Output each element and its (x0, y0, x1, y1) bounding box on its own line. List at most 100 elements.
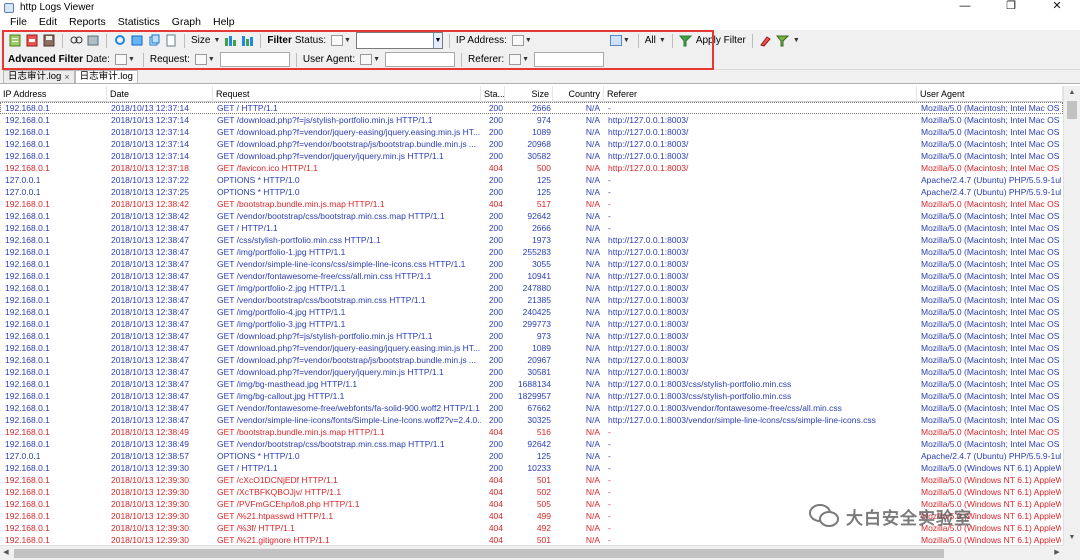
maximize-button[interactable]: ❐ (988, 0, 1034, 15)
column-header-status[interactable]: Sta... (481, 86, 505, 102)
table-row[interactable]: 127.0.0.1 2018/10/13 12:38:57 OPTIONS * HT… (0, 450, 1063, 462)
table-row[interactable]: 192.168.0.1 2018/10/13 12:38:49 GET /boots… (0, 426, 1063, 438)
table-row[interactable]: 192.168.0.1 2018/10/13 12:37:14 GET / HTTP… (0, 102, 1063, 114)
status-filter-combo[interactable]: ▼ (355, 32, 443, 49)
table-row[interactable]: 192.168.0.1 2018/10/13 12:39:30 GET /%3f/ … (0, 522, 1063, 534)
cell-ref: - (608, 475, 611, 485)
table-row[interactable]: 192.168.0.1 2018/10/13 12:39:30 GET /XcTBF… (0, 486, 1063, 498)
menu-edit[interactable]: Edit (33, 15, 63, 30)
menu-file[interactable]: File (4, 15, 33, 30)
apply-filter-button[interactable]: Apply Filter (696, 35, 746, 46)
table-row[interactable]: 192.168.0.1 2018/10/13 12:38:47 GET /img/p… (0, 246, 1063, 258)
properties-icon[interactable] (86, 34, 100, 48)
table-row[interactable]: 192.168.0.1 2018/10/13 12:39:30 GET /cXcO1… (0, 474, 1063, 486)
find-icon[interactable] (69, 34, 83, 48)
table-row[interactable]: 192.168.0.1 2018/10/13 12:38:47 GET /downl… (0, 354, 1063, 366)
export-pdf-icon[interactable] (25, 34, 39, 48)
table-row[interactable]: 192.168.0.1 2018/10/13 12:39:30 GET /PVFmG… (0, 498, 1063, 510)
scroll-down-icon[interactable]: ▼ (1064, 531, 1080, 545)
tab-log-2[interactable]: 日志审计.log (74, 70, 138, 83)
request-filter-input[interactable] (219, 52, 290, 67)
table-row[interactable]: 192.168.0.1 2018/10/13 12:37:14 GET /downl… (0, 126, 1063, 138)
menu-help[interactable]: Help (207, 15, 241, 30)
operator-icon (509, 54, 522, 65)
close-icon[interactable]: × (64, 71, 69, 83)
column-header-user-agent[interactable]: User Agent (917, 86, 1063, 102)
table-row[interactable]: 192.168.0.1 2018/10/13 12:38:47 GET /img/b… (0, 378, 1063, 390)
table-row[interactable]: 192.168.0.1 2018/10/13 12:37:14 GET /downl… (0, 150, 1063, 162)
referer-filter-input[interactable] (534, 52, 605, 67)
chevron-down-icon[interactable]: ▼ (793, 37, 800, 44)
apply-filter-icon[interactable] (679, 34, 693, 48)
table-row[interactable]: 192.168.0.1 2018/10/13 12:38:47 GET /img/p… (0, 282, 1063, 294)
horizontal-scrollbar[interactable]: ◀ ▶ (0, 545, 1063, 560)
table-row[interactable]: 127.0.0.1 2018/10/13 12:37:22 OPTIONS * HT… (0, 174, 1063, 186)
table-row[interactable]: 192.168.0.1 2018/10/13 12:39:30 GET / HTTP… (0, 462, 1063, 474)
table-row[interactable]: 192.168.0.1 2018/10/13 12:37:14 GET /downl… (0, 114, 1063, 126)
clear-filter-icon[interactable] (759, 34, 773, 48)
reload-icon[interactable] (130, 34, 144, 48)
table-row[interactable]: 127.0.0.1 2018/10/13 12:37:25 OPTIONS * HT… (0, 186, 1063, 198)
ip-operator-select[interactable]: ▼ (510, 34, 534, 48)
scroll-right-icon[interactable]: ▶ (1051, 546, 1063, 560)
column-header-date[interactable]: Date (107, 86, 213, 102)
scroll-left-icon[interactable]: ◀ (0, 546, 12, 560)
status-operator-select[interactable]: ▼ (329, 34, 353, 48)
vertical-scrollbar[interactable]: ▲ ▼ (1063, 86, 1080, 545)
chevron-down-icon[interactable]: ▼ (213, 37, 220, 44)
all-label[interactable]: All (645, 35, 656, 46)
copy-icon[interactable] (147, 34, 161, 48)
menu-graph[interactable]: Graph (166, 15, 207, 30)
table-row[interactable]: 192.168.0.1 2018/10/13 12:38:42 GET /boots… (0, 198, 1063, 210)
table-row[interactable]: 192.168.0.1 2018/10/13 12:38:47 GET /css/s… (0, 234, 1063, 246)
scroll-thumb[interactable] (1067, 101, 1077, 119)
date-operator-select[interactable]: ▼ (113, 53, 137, 67)
table-row[interactable]: 192.168.0.1 2018/10/13 12:38:49 GET /vendo… (0, 438, 1063, 450)
sort-ascending-icon[interactable] (223, 34, 237, 48)
column-header-request[interactable]: Request (213, 86, 481, 102)
table-row[interactable]: 192.168.0.1 2018/10/13 12:38:47 GET /vendo… (0, 402, 1063, 414)
chevron-down-icon[interactable]: ▼ (432, 33, 442, 48)
table-row[interactable]: 192.168.0.1 2018/10/13 12:38:47 GET /downl… (0, 330, 1063, 342)
open-log-icon[interactable] (8, 34, 22, 48)
chevron-down-icon[interactable]: ▼ (659, 37, 666, 44)
user-agent-filter-input[interactable] (385, 52, 456, 67)
size-label[interactable]: Size (191, 35, 210, 46)
minimize-button[interactable]: — (942, 0, 988, 15)
table-row[interactable]: 192.168.0.1 2018/10/13 12:38:47 GET /img/b… (0, 390, 1063, 402)
calendar-select[interactable]: ▼ (608, 34, 632, 48)
table-row[interactable]: 192.168.0.1 2018/10/13 12:38:47 GET /downl… (0, 342, 1063, 354)
document-icon[interactable] (164, 34, 178, 48)
table-row[interactable]: 192.168.0.1 2018/10/13 12:39:30 GET /%21.g… (0, 534, 1063, 545)
table-row[interactable]: 192.168.0.1 2018/10/13 12:37:18 GET /favic… (0, 162, 1063, 174)
menu-reports[interactable]: Reports (63, 15, 112, 30)
scroll-up-icon[interactable]: ▲ (1064, 86, 1080, 100)
cell-country: N/A (585, 415, 600, 425)
tab-log-1[interactable]: 日志审计.log × (3, 70, 75, 83)
menu-statistics[interactable]: Statistics (112, 15, 166, 30)
table-row[interactable]: 192.168.0.1 2018/10/13 12:38:47 GET /vendo… (0, 270, 1063, 282)
table-row[interactable]: 192.168.0.1 2018/10/13 12:37:14 GET /downl… (0, 138, 1063, 150)
filter-options-icon[interactable] (776, 34, 790, 48)
table-row[interactable]: 192.168.0.1 2018/10/13 12:38:47 GET /downl… (0, 366, 1063, 378)
table-row[interactable]: 192.168.0.1 2018/10/13 12:38:47 GET /vendo… (0, 258, 1063, 270)
close-button[interactable]: ✕ (1034, 0, 1080, 15)
save-icon[interactable] (42, 34, 56, 48)
column-header-country[interactable]: Country (553, 86, 604, 102)
table-row[interactable]: 192.168.0.1 2018/10/13 12:38:47 GET /vendo… (0, 294, 1063, 306)
table-row[interactable]: 192.168.0.1 2018/10/13 12:38:47 GET /vendo… (0, 414, 1063, 426)
referer-operator-select[interactable]: ▼ (507, 53, 531, 67)
table-row[interactable]: 192.168.0.1 2018/10/13 12:38:42 GET /vendo… (0, 210, 1063, 222)
refresh-icon[interactable] (113, 34, 127, 48)
scroll-thumb[interactable] (14, 549, 944, 558)
column-header-referer[interactable]: Referer (604, 86, 917, 102)
sort-descending-icon[interactable] (240, 34, 254, 48)
user-agent-operator-select[interactable]: ▼ (358, 53, 382, 67)
table-row[interactable]: 192.168.0.1 2018/10/13 12:38:47 GET / HTTP… (0, 222, 1063, 234)
table-row[interactable]: 192.168.0.1 2018/10/13 12:38:47 GET /img/p… (0, 318, 1063, 330)
column-header-ip[interactable]: IP Address (0, 86, 107, 102)
table-row[interactable]: 192.168.0.1 2018/10/13 12:39:30 GET /%21.h… (0, 510, 1063, 522)
column-header-size[interactable]: Size (505, 86, 553, 102)
table-row[interactable]: 192.168.0.1 2018/10/13 12:38:47 GET /img/p… (0, 306, 1063, 318)
request-operator-select[interactable]: ▼ (193, 53, 217, 67)
